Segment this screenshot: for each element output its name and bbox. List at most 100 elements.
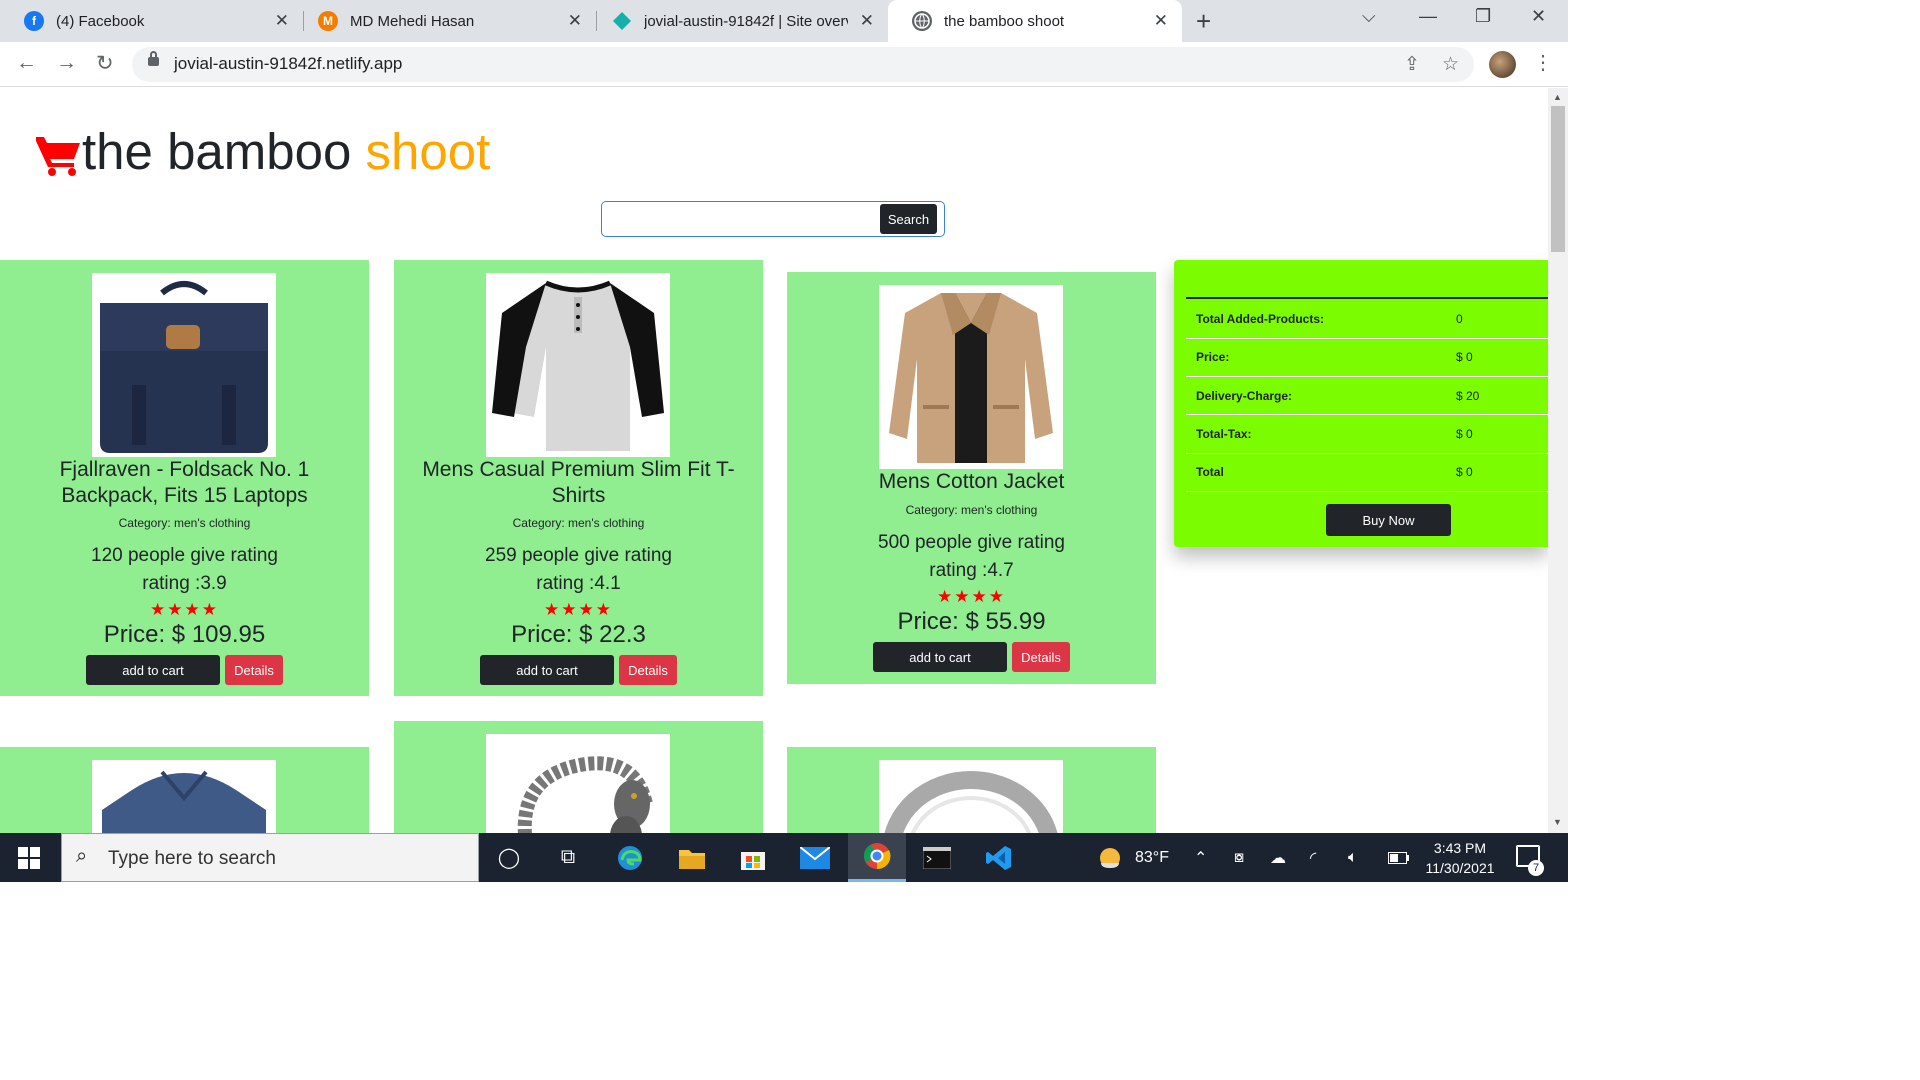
product-rating: rating :3.9: [142, 573, 227, 594]
edge-browser-icon[interactable]: [601, 833, 659, 882]
details-button[interactable]: Details: [619, 655, 677, 685]
add-to-cart-button[interactable]: add to cart: [86, 655, 220, 685]
m-logo-icon: M: [318, 11, 338, 31]
scrollbar-thumb[interactable]: [1551, 106, 1565, 252]
details-button[interactable]: Details: [1012, 642, 1070, 672]
chrome-icon[interactable]: [848, 833, 906, 882]
product-image-jacket: [879, 285, 1063, 469]
browser-tab-strip: f (4) Facebook ✕ M MD Mehedi Hasan ✕ jov…: [0, 0, 1568, 42]
add-to-cart-button[interactable]: add to cart: [873, 642, 1007, 672]
task-view-icon[interactable]: ⧉: [539, 833, 597, 882]
clock-date: 11/30/2021: [1425, 860, 1495, 876]
close-icon[interactable]: ✕: [568, 11, 582, 31]
buy-now-button[interactable]: Buy Now: [1326, 504, 1451, 536]
taskbar-search-box[interactable]: ⌕ Type here to search: [61, 833, 479, 882]
summary-value: $ 0: [1446, 338, 1548, 378]
tab-title: jovial-austin-91842f | Site overview: [644, 12, 848, 30]
table-row: Delivery-Charge: $ 20: [1186, 376, 1548, 416]
meet-now-icon[interactable]: ⧇: [1234, 833, 1244, 882]
shopping-cart-icon: [36, 137, 80, 176]
back-arrow-icon[interactable]: ←: [16, 51, 37, 75]
tab-netlify-site-overview[interactable]: jovial-austin-91842f | Site overview ✕: [588, 0, 888, 42]
temperature-text: 83°F: [1135, 848, 1169, 866]
product-image-ring: [879, 760, 1063, 833]
product-price: Price: $ 55.99: [897, 608, 1046, 635]
tab-the-bamboo-shoot[interactable]: the bamboo shoot ✕: [888, 0, 1182, 42]
summary-label: Total: [1186, 453, 1446, 492]
wifi-icon[interactable]: ◜: [1310, 833, 1316, 882]
forward-arrow-icon[interactable]: →: [56, 51, 77, 75]
table-row: Total Added-Products: 0: [1186, 300, 1548, 339]
brand-title: the bamboo shoot: [82, 126, 490, 177]
lock-icon: [148, 51, 159, 66]
product-name: Fjallraven - Foldsack No. 1 Backpack, Fi…: [59, 458, 310, 507]
battery-icon[interactable]: [1388, 833, 1410, 882]
product-price: Price: $ 22.3: [511, 621, 646, 648]
search-button[interactable]: Search: [880, 204, 937, 234]
scroll-up-arrow-icon[interactable]: ▲: [1553, 92, 1562, 102]
weather-widget[interactable]: 83°F: [1097, 833, 1169, 882]
notification-count-badge: 7: [1528, 860, 1544, 876]
url-text[interactable]: jovial-austin-91842f.netlify.app: [174, 54, 402, 74]
brand-main-text: the bamboo: [82, 123, 366, 180]
reload-icon[interactable]: ↻: [96, 51, 114, 76]
product-image-backpack: [92, 273, 276, 457]
cart-summary-panel: Total Added-Products: 0 Price: $ 0 Deliv…: [1174, 260, 1548, 547]
minimize-button[interactable]: —: [1419, 6, 1437, 27]
tab-title: MD Mehedi Hasan: [350, 12, 475, 30]
product-rating-count: 259 people give rating: [485, 545, 672, 566]
add-to-cart-button[interactable]: add to cart: [480, 655, 614, 685]
summary-value: $ 20: [1446, 376, 1548, 416]
system-clock[interactable]: 3:43 PM 11/30/2021: [1418, 838, 1502, 878]
product-card: [787, 747, 1156, 833]
vscode-icon[interactable]: [970, 833, 1028, 882]
terminal-icon[interactable]: [908, 833, 966, 882]
divider: [1186, 297, 1548, 299]
address-bar[interactable]: jovial-austin-91842f.netlify.app ⇪ ☆: [132, 47, 1474, 82]
summary-value: $ 0: [1446, 453, 1548, 492]
close-icon[interactable]: ✕: [275, 11, 289, 31]
cart-summary-table: Total Added-Products: 0 Price: $ 0 Deliv…: [1186, 300, 1548, 492]
product-rating-count: 120 people give rating: [91, 545, 278, 566]
clock-time: 3:43 PM: [1433, 840, 1487, 856]
show-hidden-icons-chevron-icon[interactable]: ⌃: [1194, 833, 1207, 882]
scroll-down-arrow-icon[interactable]: ▼: [1553, 817, 1562, 827]
cortana-icon[interactable]: ◯: [480, 833, 538, 882]
new-tab-button[interactable]: +: [1196, 6, 1211, 37]
summary-value: $ 0: [1446, 414, 1548, 454]
file-explorer-icon[interactable]: [663, 833, 721, 882]
close-icon[interactable]: ✕: [1154, 11, 1168, 31]
facebook-icon: f: [24, 11, 44, 31]
details-button[interactable]: Details: [225, 655, 283, 685]
table-row: Price: $ 0: [1186, 338, 1548, 378]
product-category: Category: men's clothing: [512, 516, 645, 530]
search-input[interactable]: [608, 206, 876, 232]
window-close-button[interactable]: ✕: [1531, 6, 1546, 27]
microsoft-store-icon[interactable]: [724, 833, 782, 882]
windows-start-icon[interactable]: [18, 847, 40, 869]
product-image-tshirt: [486, 273, 670, 457]
page-scrollbar[interactable]: ▲ ▼: [1548, 88, 1568, 833]
windows-taskbar: ⌕ Type here to search ◯ ⧉ 83°F ⌃ ⧇ ☁ ◜ 🔈…: [0, 833, 1568, 882]
summary-label: Total Added-Products:: [1186, 300, 1446, 339]
star-rating-icon: ★★★★: [937, 587, 1006, 606]
product-rating: rating :4.7: [929, 560, 1014, 581]
product-category: Category: men's clothing: [905, 503, 1038, 517]
tab-search-chevron-icon[interactable]: ⌵: [1362, 6, 1376, 27]
volume-icon[interactable]: 🔈︎: [1348, 833, 1358, 882]
product-image-sweater: [92, 760, 276, 833]
tab-md-mehedi-hasan[interactable]: M MD Mehedi Hasan ✕: [294, 0, 596, 42]
restore-button[interactable]: ❐: [1475, 6, 1491, 27]
onedrive-cloud-icon[interactable]: ☁: [1270, 833, 1286, 882]
bookmark-star-icon[interactable]: ☆: [1442, 53, 1459, 76]
close-icon[interactable]: ✕: [860, 11, 874, 31]
profile-avatar[interactable]: [1489, 51, 1516, 78]
menu-kebab-icon[interactable]: ⋮: [1533, 50, 1553, 75]
product-name: Mens Cotton Jacket: [878, 470, 1065, 493]
product-card: Mens Casual Premium Slim Fit T-Shirts Ca…: [394, 260, 763, 696]
mail-icon[interactable]: [786, 833, 844, 882]
site-brand[interactable]: the bamboo shoot: [36, 126, 490, 177]
share-icon[interactable]: ⇪: [1404, 53, 1420, 76]
tab-facebook[interactable]: f (4) Facebook ✕: [0, 0, 303, 42]
product-price: Price: $ 109.95: [103, 621, 266, 648]
